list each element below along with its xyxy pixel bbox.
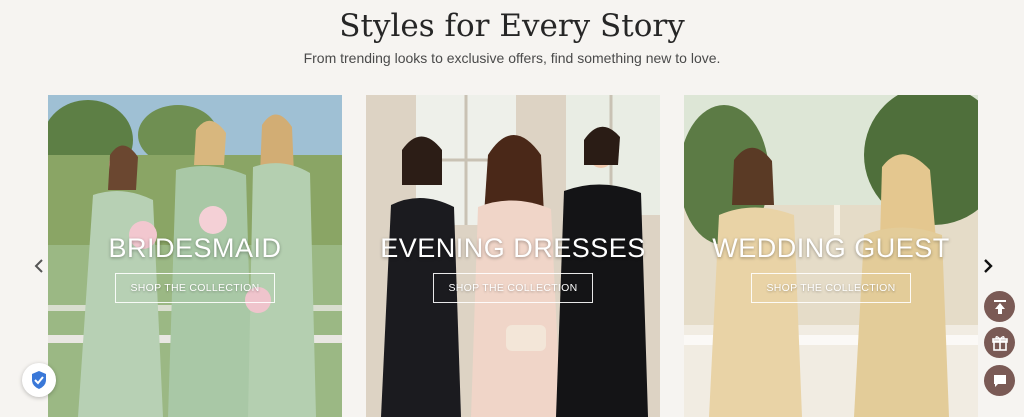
- chat-button[interactable]: [984, 365, 1015, 396]
- chat-icon: [993, 374, 1006, 387]
- chevron-left-icon: [34, 259, 43, 273]
- shop-collection-button[interactable]: SHOP THE COLLECTION: [433, 273, 593, 303]
- collection-card-wedding-guest[interactable]: WEDDING GUEST SHOP THE COLLECTION: [684, 95, 978, 417]
- collection-card-evening-dresses[interactable]: EVENING DRESSES SHOP THE COLLECTION: [366, 95, 660, 417]
- gift-button[interactable]: [984, 327, 1015, 358]
- shop-collection-button[interactable]: SHOP THE COLLECTION: [751, 273, 911, 303]
- back-to-top-icon: [993, 299, 1006, 314]
- card-title: BRIDESMAID: [108, 233, 282, 263]
- section-title: Styles for Every Story: [339, 8, 685, 44]
- chevron-right-icon: [984, 259, 993, 273]
- gift-icon: [991, 335, 1008, 351]
- card-title: EVENING DRESSES: [380, 233, 646, 263]
- section-subtitle: From trending looks to exclusive offers,…: [303, 50, 721, 66]
- carousel-next-button[interactable]: [978, 256, 998, 276]
- shop-collection-button[interactable]: SHOP THE COLLECTION: [115, 273, 275, 303]
- collection-card-bridesmaid[interactable]: BRIDESMAID SHOP THE COLLECTION: [48, 95, 342, 417]
- security-badge[interactable]: [22, 363, 56, 397]
- shield-badge-icon: [32, 371, 46, 389]
- carousel-prev-button[interactable]: [29, 256, 49, 276]
- card-title: WEDDING GUEST: [712, 233, 950, 263]
- back-to-top-button[interactable]: [984, 291, 1015, 322]
